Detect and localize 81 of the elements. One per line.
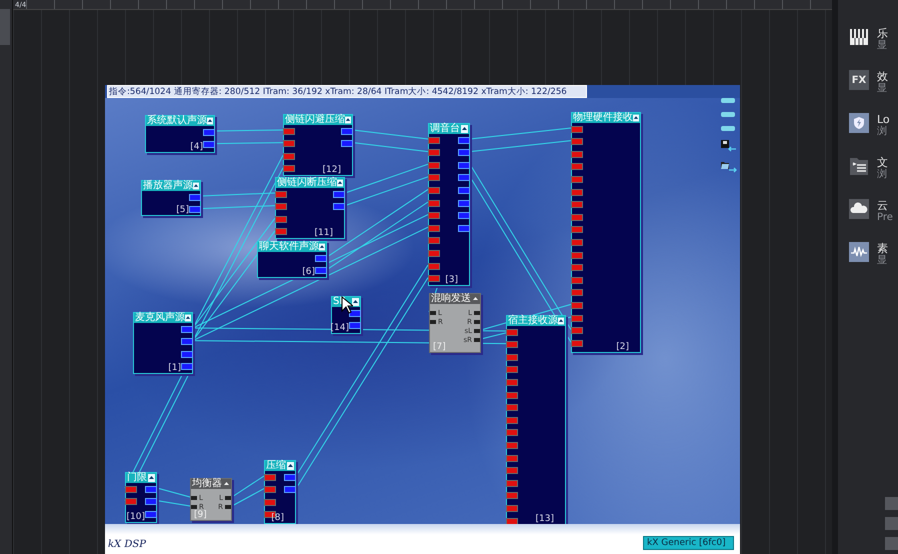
collapse-arrow-icon[interactable] xyxy=(472,295,479,303)
collapse-arrow-icon[interactable] xyxy=(287,462,294,470)
device-label: kX Generic [6fc0] xyxy=(643,536,734,550)
module-number: [12] xyxy=(322,165,341,175)
module-title: 混响发送 xyxy=(430,294,471,304)
dsp-module[interactable]: 麦克风声源 [1] xyxy=(133,312,193,374)
dsp-module[interactable]: 压缩 [8] xyxy=(264,460,296,524)
collapse-arrow-icon[interactable] xyxy=(207,117,213,125)
dsp-module[interactable]: 侧链闪避压缩 [12] xyxy=(283,114,353,176)
minimize-bar-icon[interactable] xyxy=(721,98,735,103)
browser-item-subtitle: 浏 xyxy=(877,169,888,181)
module-number: [1] xyxy=(168,363,181,373)
module-number: [13] xyxy=(536,514,554,524)
browser-item-subtitle: 显 xyxy=(877,83,888,95)
patch-cable xyxy=(232,476,264,498)
module-title: 侧链闪避压缩 xyxy=(284,115,345,125)
module-number: [11] xyxy=(314,228,333,238)
collapse-arrow-icon[interactable] xyxy=(633,114,639,122)
browser-item-title[interactable]: 云 xyxy=(877,199,893,212)
dsp-module[interactable]: 聊天软件声源 [6] xyxy=(257,241,327,278)
module-number: [6] xyxy=(302,267,315,277)
browser-item-subtitle: Pre xyxy=(877,212,893,224)
open-folder-icon[interactable] xyxy=(720,161,736,173)
patch-cable xyxy=(232,488,264,506)
app-logo: kX DSP xyxy=(108,539,146,550)
waveform-icon[interactable] xyxy=(849,242,869,262)
resource-status-bar: 指令:564/1024 通用寄存器: 280/512 ITram: 36/192 xTram: 28/64 ITram大小: 4542/8192 xTram大小: 122/256 xyxy=(107,85,587,98)
folder-list-icon[interactable] xyxy=(849,156,869,176)
module-title: 均衡器 xyxy=(191,479,222,489)
dsp-module[interactable]: 系统默认声源 [4] xyxy=(145,115,215,153)
dsp-module[interactable]: 门限 [10] xyxy=(125,472,157,523)
minimize-bar-icon[interactable] xyxy=(721,112,735,117)
dsp-module[interactable]: 播放器声源 [5] xyxy=(141,180,201,216)
minimize-bar-icon[interactable] xyxy=(721,126,735,131)
module-number: [3] xyxy=(445,275,458,285)
module-title: 宿主接收源 xyxy=(507,316,558,326)
module-title: 系统默认声源 xyxy=(146,116,207,126)
browser-item-title[interactable]: Lo xyxy=(877,113,890,126)
collapse-arrow-icon[interactable] xyxy=(193,182,199,190)
module-title: 侧链闪断压缩 xyxy=(276,178,337,188)
browser-item-subtitle: 显 xyxy=(877,40,888,52)
module-number: [4] xyxy=(190,142,203,152)
module-number: [8] xyxy=(271,513,284,523)
effects-icon[interactable]: FX xyxy=(849,70,869,90)
module-title: 聊天软件声源 xyxy=(258,242,319,252)
collapse-arrow-icon[interactable] xyxy=(337,179,343,187)
module-title: 麦克风声源 xyxy=(134,313,185,323)
track-header-tab[interactable] xyxy=(0,9,10,45)
dsp-module[interactable]: 物理硬件接收 [2] xyxy=(571,112,641,353)
collapse-arrow-icon[interactable] xyxy=(345,116,351,124)
collapse-arrow-icon[interactable] xyxy=(461,125,468,133)
module-title: 调音台 xyxy=(429,124,460,134)
save-icon[interactable] xyxy=(720,140,736,152)
module-number: [9] xyxy=(194,510,207,520)
patch-cable xyxy=(214,142,284,144)
module-number: [7] xyxy=(433,342,446,352)
module-number: [2] xyxy=(616,342,629,352)
collapse-arrow-icon[interactable] xyxy=(319,243,325,251)
piano-keys-icon[interactable] xyxy=(849,27,869,47)
dsp-module[interactable]: 侧链闪断压缩 [11] xyxy=(275,177,345,239)
browser-item-title[interactable]: 效 xyxy=(877,70,888,83)
collapse-arrow-icon[interactable] xyxy=(223,480,230,488)
browser-item-title[interactable]: 乐 xyxy=(877,27,888,40)
module-title: 压缩 xyxy=(265,461,286,471)
collapse-arrow-icon[interactable] xyxy=(558,317,564,325)
collapse-arrow-icon[interactable] xyxy=(185,314,191,322)
browser-item-title[interactable]: 文 xyxy=(877,156,888,169)
module-title: 物理硬件接收 xyxy=(572,113,633,123)
cloud-icon[interactable] xyxy=(849,199,869,219)
shield-icon[interactable] xyxy=(849,113,869,133)
collapse-arrow-icon[interactable] xyxy=(148,474,155,482)
module-title: 门限 xyxy=(126,473,147,483)
dsp-module[interactable]: 宿主接收源 [13] xyxy=(506,315,566,524)
browser-item-subtitle: 浏 xyxy=(877,126,888,138)
browser-item-subtitle: 显 xyxy=(877,255,888,267)
dsp-module[interactable]: 调音台 [3] xyxy=(428,123,470,286)
module-number: [10] xyxy=(126,512,145,522)
module-number: [5] xyxy=(176,205,189,215)
module-title: 播放器声源 xyxy=(142,181,193,191)
collapse-arrow-icon[interactable] xyxy=(352,298,359,306)
browser-item-title[interactable]: 素 xyxy=(877,242,888,255)
